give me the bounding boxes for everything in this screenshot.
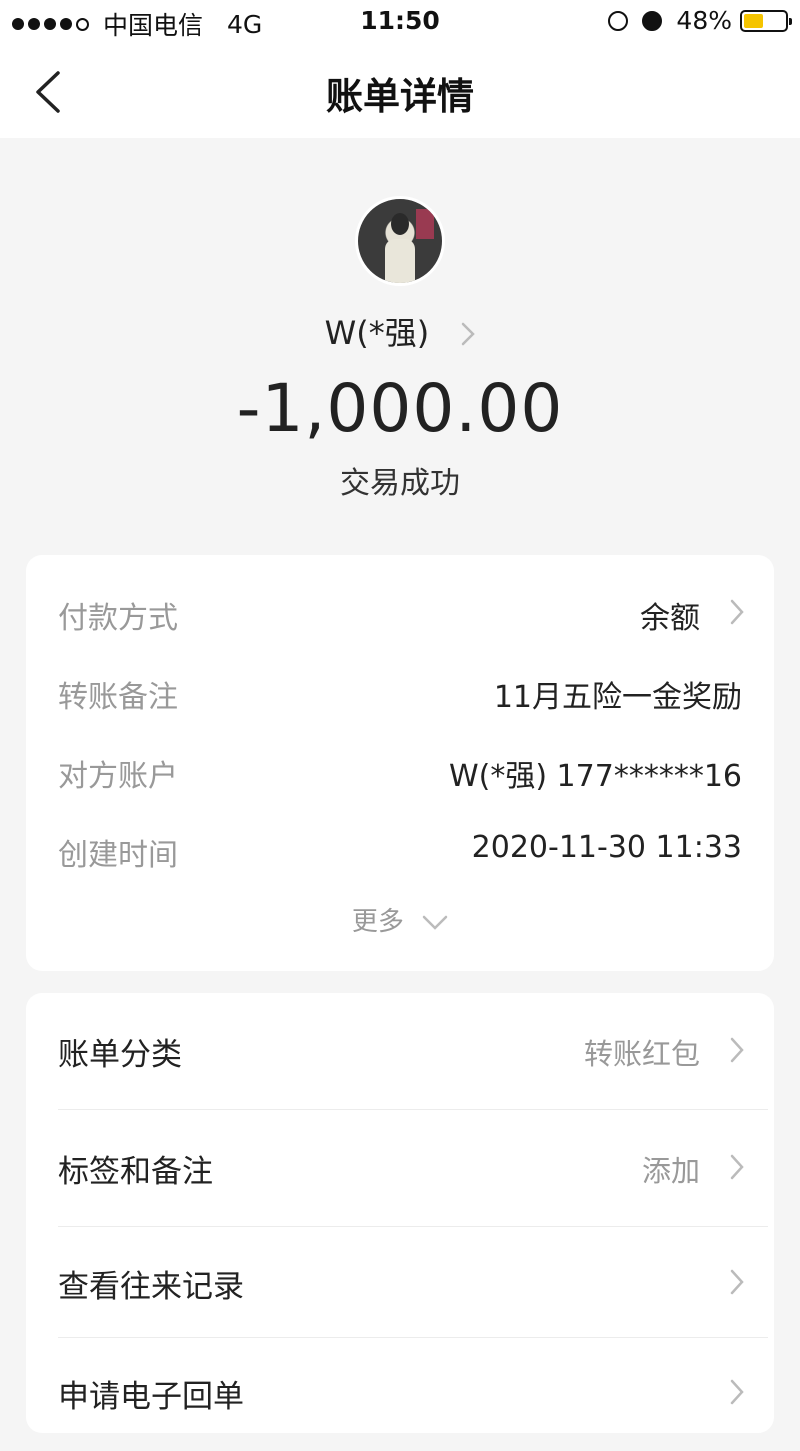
menu-item-e-receipt[interactable]: 申请电子回单 <box>26 1335 774 1451</box>
menu-item-bill-category[interactable]: 账单分类 转账红包 <box>26 993 774 1109</box>
chevron-right-icon <box>730 1269 744 1299</box>
menu-item-label: 标签和备注 <box>58 1154 213 1190</box>
nav-bar: 账单详情 <box>0 44 800 138</box>
page-title: 账单详情 <box>326 75 474 118</box>
chevron-right-icon <box>730 1379 744 1409</box>
chevron-right-icon <box>730 599 744 629</box>
payee-summary: W(*强) -1,000.00 交易成功 <box>0 138 800 548</box>
menu-item-label: 账单分类 <box>58 1037 182 1073</box>
detail-label: 付款方式 <box>58 601 178 636</box>
transaction-status: 交易成功 <box>340 466 460 501</box>
payee-name-link[interactable]: W(*强) <box>0 308 800 354</box>
avatar[interactable] <box>355 196 445 286</box>
detail-value: 余额 <box>640 601 700 636</box>
detail-row-remark: 转账备注 11月五险一金奖励 <box>26 668 774 718</box>
transaction-amount: -1,000.00 <box>236 370 564 447</box>
status-right: 48% <box>608 6 792 35</box>
battery-percent: 48% <box>676 6 732 35</box>
payee-name: W(*强) <box>324 314 430 352</box>
detail-row-created-time: 创建时间 2020-11-30 11:33 <box>26 826 774 876</box>
detail-label: 转账备注 <box>58 680 178 715</box>
more-button[interactable]: 更多 <box>26 901 774 938</box>
alarm-icon <box>642 10 663 31</box>
status-bar: 中国电信 4G 11:50 48% <box>0 0 800 44</box>
chevron-down-icon <box>422 908 448 938</box>
chevron-right-icon <box>730 1037 744 1067</box>
transaction-details-card: 付款方式 余额 转账备注 11月五险一金奖励 对方账户 W(*强) 177***… <box>26 555 774 971</box>
menu-item-value: 添加 <box>641 1154 700 1188</box>
chevron-right-icon <box>461 316 476 354</box>
detail-row-payment-method[interactable]: 付款方式 余额 <box>26 589 774 639</box>
battery-fill <box>744 13 763 28</box>
bill-actions-card: 账单分类 转账红包 标签和备注 添加 查看往来记录 申请电子回单 <box>26 993 774 1433</box>
detail-value: W(*强) 177******16 <box>448 759 742 794</box>
menu-item-label: 申请电子回单 <box>58 1379 244 1415</box>
menu-item-transaction-history[interactable]: 查看往来记录 <box>26 1225 774 1341</box>
detail-row-counterparty: 对方账户 W(*强) 177******16 <box>26 747 774 797</box>
detail-label: 对方账户 <box>58 759 178 794</box>
battery-icon <box>740 9 792 32</box>
chevron-right-icon <box>730 1154 744 1184</box>
menu-item-tags-notes[interactable]: 标签和备注 添加 <box>26 1110 774 1226</box>
rotation-lock-icon <box>608 10 629 31</box>
more-label: 更多 <box>351 907 404 937</box>
menu-item-label: 查看往来记录 <box>58 1269 244 1305</box>
menu-item-value: 转账红包 <box>583 1037 700 1071</box>
detail-value: 11月五险一金奖励 <box>493 680 742 715</box>
detail-label: 创建时间 <box>58 838 178 873</box>
detail-value: 2020-11-30 11:33 <box>471 830 742 865</box>
